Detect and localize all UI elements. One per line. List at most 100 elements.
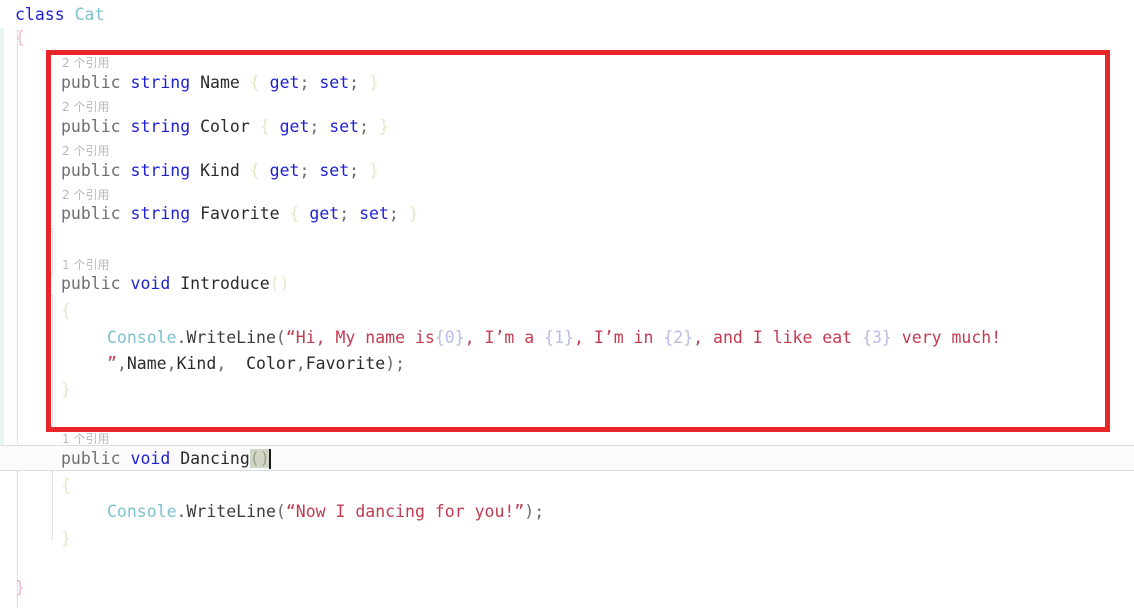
code-token: ; — [309, 117, 320, 136]
code-token: { — [289, 204, 300, 223]
code-token: WriteLine — [186, 328, 276, 347]
code-token: } — [369, 161, 379, 180]
code-token: Introduce — [180, 274, 270, 293]
code-token: Name — [126, 354, 167, 373]
code-token: string — [130, 73, 191, 92]
code-token: very much! — [891, 328, 1002, 347]
code-line[interactable]: public string Kind { get; set; } — [61, 159, 379, 183]
code-line[interactable]: public string Favorite { get; set; } — [61, 202, 419, 226]
code-token: , — [295, 354, 306, 373]
code-token: { — [15, 28, 25, 47]
code-token: } — [61, 529, 71, 548]
code-line[interactable]: Console.WriteLine(“Now I dancing for you… — [107, 500, 544, 524]
code-token: . — [176, 328, 187, 347]
text-caret — [268, 449, 271, 469]
code-token: class — [15, 5, 65, 24]
code-token: “Now I dancing for you!” — [285, 502, 525, 521]
indent-guide — [17, 30, 19, 608]
codelens-reference-count[interactable]: 2 个引用 — [62, 143, 109, 160]
code-token: } — [369, 73, 379, 92]
indent-guide — [52, 228, 54, 276]
code-token: ; — [349, 73, 360, 92]
code-line[interactable]: ”,Name,Kind, Color,Favorite); — [107, 352, 405, 376]
code-token: Kind — [200, 161, 240, 180]
code-token: get — [309, 204, 340, 223]
code-token: void — [130, 449, 171, 468]
code-token: , and I like eat — [693, 328, 863, 347]
code-token: () — [269, 274, 290, 293]
code-line[interactable]: } — [15, 576, 25, 600]
codelens-reference-count[interactable]: 2 个引用 — [62, 55, 109, 72]
code-token: set — [359, 204, 389, 223]
code-token: ; — [388, 204, 399, 223]
code-token: public — [61, 117, 121, 136]
indent-guide — [52, 470, 54, 540]
code-token: { — [61, 476, 71, 495]
code-token: { — [259, 117, 270, 136]
code-token: , I’m a — [464, 328, 545, 347]
code-token: string — [130, 204, 191, 223]
code-token: ; — [395, 354, 406, 373]
code-token: ( — [275, 328, 286, 347]
code-token: set — [319, 161, 350, 180]
code-line[interactable]: Console.WriteLine(“Hi, My name is{0}, I’… — [107, 326, 1001, 350]
code-token: ; — [299, 161, 310, 180]
code-token: { — [249, 73, 260, 92]
code-line[interactable]: public string Color { get; set; } — [61, 115, 389, 139]
code-token: ; — [349, 161, 360, 180]
code-token: Color — [200, 117, 250, 136]
code-token: {3} — [862, 328, 892, 347]
code-line[interactable]: public void Introduce() — [61, 272, 290, 296]
codelens-reference-count[interactable]: 1 个引用 — [62, 431, 109, 448]
code-line[interactable]: public string Name { get; set; } — [61, 71, 379, 95]
code-token: ) — [524, 502, 535, 521]
code-token: {0} — [434, 328, 465, 347]
code-token: ; — [299, 73, 310, 92]
code-line[interactable]: class Cat — [15, 3, 104, 27]
code-token: ) — [385, 354, 396, 373]
indent-guide — [52, 295, 54, 430]
code-line[interactable]: } — [61, 378, 71, 402]
code-token: Name — [200, 73, 240, 92]
code-token: get — [269, 73, 300, 92]
code-editor-surface[interactable]: class Cat{2 个引用 public string Name { get;… — [0, 0, 1134, 614]
code-token: { — [61, 301, 71, 320]
code-token: Favorite — [200, 204, 280, 223]
code-token: {1} — [544, 328, 574, 347]
codelens-reference-count[interactable]: 2 个引用 — [62, 99, 109, 116]
code-line[interactable]: public void Dancing() — [61, 447, 270, 471]
code-line[interactable]: { — [15, 26, 25, 50]
code-token: ; — [359, 117, 370, 136]
code-token: public — [61, 204, 121, 223]
code-line[interactable]: } — [61, 527, 71, 551]
code-token: ” — [107, 354, 117, 373]
code-token: () — [249, 449, 270, 468]
code-line[interactable]: { — [61, 474, 71, 498]
code-token: get — [279, 117, 310, 136]
code-token: set — [329, 117, 360, 136]
code-line[interactable]: { — [61, 299, 71, 323]
code-token: Favorite — [305, 354, 386, 373]
code-token: string — [130, 161, 191, 180]
